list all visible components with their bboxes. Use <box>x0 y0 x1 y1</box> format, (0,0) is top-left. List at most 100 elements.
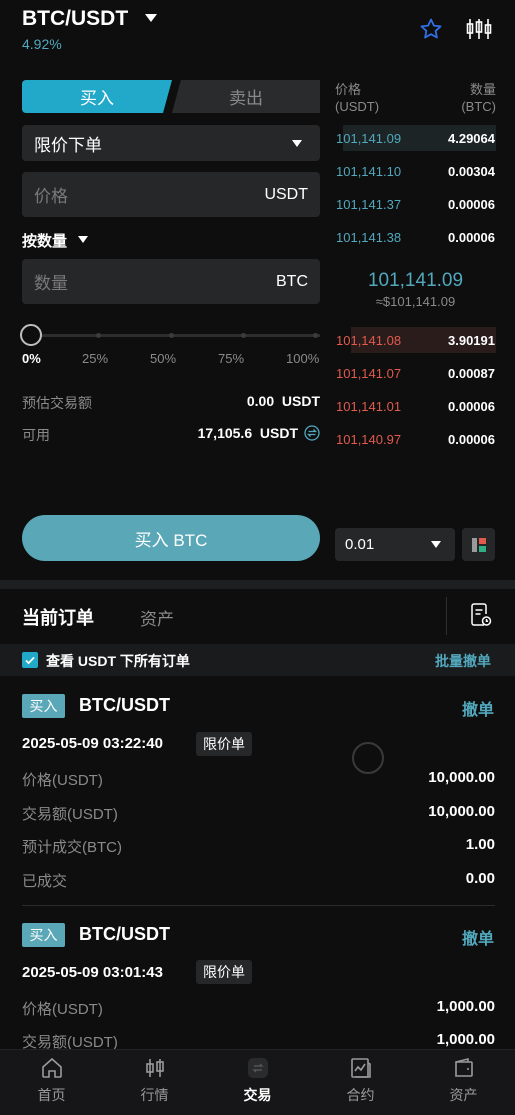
tab-sell[interactable]: 卖出 <box>172 80 320 113</box>
order-time: 2025-05-09 03:01:43 <box>22 964 163 981</box>
tab-current-orders[interactable]: 当前订单 <box>22 604 94 630</box>
order-type-badge: 限价单 <box>196 960 252 984</box>
percent-slider-thumb[interactable] <box>20 324 42 346</box>
slider-mark[interactable] <box>169 333 174 338</box>
order-type-label: 限价下单 <box>34 135 102 155</box>
orderbook-header-qty: 数量 (BTC) <box>440 81 496 115</box>
slider-mark[interactable] <box>96 333 101 338</box>
orderbook-qty: 0.00006 <box>448 431 495 447</box>
orderbook-ask-row[interactable]: 101,141.37 0.00006 <box>335 191 496 217</box>
orderbook-bid-row[interactable]: 101,141.07 0.00087 <box>335 360 496 386</box>
trade-icon <box>247 1058 268 1078</box>
section-divider <box>0 580 515 589</box>
available-label: 可用 <box>22 427 50 443</box>
orderbook-bid-row[interactable]: 101,140.97 0.00006 <box>335 426 496 452</box>
last-price-usd: ≈$101,141.09 <box>375 294 456 309</box>
orderbook-qty: 0.00006 <box>448 229 495 245</box>
orderbook-qty: 0.00087 <box>448 365 495 381</box>
slider-label-100: 100% <box>286 351 320 366</box>
orderbook-bid-row[interactable]: 101,141.08 3.90191 <box>335 327 496 353</box>
tab-assets[interactable]: 资产 <box>140 605 174 630</box>
orderbook-bid-row[interactable]: 101,141.01 0.00006 <box>335 393 496 419</box>
favorite-star-icon[interactable] <box>419 17 443 46</box>
quantity-placeholder: 数量 <box>34 274 68 293</box>
pair-title[interactable]: BTC/USDT <box>22 7 128 31</box>
nav-label: 交易 <box>243 1087 272 1103</box>
orderbook-ask-row[interactable]: 101,141.10 0.00304 <box>335 158 496 184</box>
check-icon <box>25 656 35 665</box>
depth-select[interactable]: 0.01 <box>335 528 455 561</box>
orderbook-header-price-label: 价格 <box>335 82 362 97</box>
nav-market[interactable]: 行情 <box>103 1050 206 1115</box>
order-side-badge: 买入 <box>22 923 65 947</box>
price-input[interactable]: 价格 USDT <box>22 172 320 217</box>
last-price: 101,141.09 <box>367 270 464 291</box>
cancel-order-button[interactable]: 撤单 <box>462 925 494 949</box>
nav-label: 资产 <box>449 1087 478 1103</box>
order-row-value: 10,000.00 <box>428 803 495 820</box>
market-icon <box>145 1059 164 1077</box>
orderbook-ask-row[interactable]: 101,141.09 4.29064 <box>335 125 496 151</box>
order-row-label: 预计成交(BTC) <box>22 839 122 856</box>
slider-label-75: 75% <box>218 351 245 366</box>
order-separator <box>22 905 495 906</box>
orderbook-header-price: 价格 (USDT) <box>335 81 379 115</box>
order-time: 2025-05-09 03:22:40 <box>22 735 163 752</box>
home-icon <box>41 1057 62 1078</box>
slider-label-25: 25% <box>82 351 109 366</box>
order-row-label: 价格(USDT) <box>22 1001 103 1018</box>
by-quantity-select[interactable]: 按数量 <box>22 230 67 251</box>
price-change: 4.92% <box>22 36 62 52</box>
order-row-value: 0.00 <box>465 870 495 887</box>
orderbook-price: 101,141.09 <box>336 130 402 146</box>
tabs-separator <box>446 597 447 635</box>
nav-assets[interactable]: 资产 <box>412 1050 515 1115</box>
order-row-label: 价格(USDT) <box>22 772 103 789</box>
order-row-value: 1.00 <box>465 836 495 853</box>
order-row-value: 10,000.00 <box>428 769 495 786</box>
buy-btc-button[interactable]: 买入 BTC <box>22 515 320 561</box>
transfer-icon[interactable] <box>304 425 320 446</box>
orderbook-qty: 4.29064 <box>448 130 495 146</box>
bottom-nav: 首页 行情 交易 合约 资产 <box>0 1049 515 1115</box>
layout-icon <box>471 537 486 552</box>
percent-slider-track[interactable] <box>30 334 320 337</box>
nav-label: 首页 <box>37 1087 66 1103</box>
price-unit: USDT <box>264 185 308 203</box>
order-side-badge: 买入 <box>22 694 65 718</box>
pair-dropdown-icon[interactable] <box>145 14 157 22</box>
orderbook-qty: 0.00304 <box>448 163 495 179</box>
orderbook-header-qty-unit: (BTC) <box>461 99 496 114</box>
orderbook-price: 101,141.38 <box>336 229 402 245</box>
orderbook-ask-row[interactable]: 101,141.38 0.00006 <box>335 224 496 250</box>
filter-checkbox[interactable] <box>22 652 38 668</box>
orderbook-price: 101,140.97 <box>336 431 402 447</box>
orderbook-qty: 0.00006 <box>448 196 495 212</box>
quantity-input[interactable]: 数量 BTC <box>22 259 320 304</box>
slider-label-50: 50% <box>150 351 177 366</box>
slider-mark[interactable] <box>241 333 246 338</box>
estimate-value: 0.00 USDT <box>246 393 320 409</box>
kline-chart-icon[interactable] <box>466 17 492 46</box>
filter-label[interactable]: 查看 USDT 下所有订单 <box>46 651 190 671</box>
order-history-icon[interactable] <box>470 603 492 632</box>
slider-mark[interactable] <box>313 333 318 338</box>
slider-label-0: 0% <box>22 351 41 366</box>
nav-home[interactable]: 首页 <box>0 1050 103 1115</box>
chevron-down-icon <box>431 541 441 548</box>
order-type-select[interactable]: 限价下单 <box>22 125 320 161</box>
order-row-label: 已成交 <box>22 873 68 890</box>
batch-cancel-button[interactable]: 批量撤单 <box>435 651 491 671</box>
orderbook-qty: 3.90191 <box>448 332 495 348</box>
chevron-down-icon[interactable] <box>78 236 88 243</box>
wallet-icon <box>454 1057 473 1077</box>
tab-buy[interactable]: 买入 <box>22 80 172 113</box>
cancel-order-button[interactable]: 撤单 <box>462 696 494 720</box>
nav-trade[interactable]: 交易 <box>206 1050 309 1115</box>
estimate-label: 预估交易额 <box>22 395 92 411</box>
nav-contract[interactable]: 合约 <box>309 1050 412 1115</box>
orderbook-header-qty-label: 数量 <box>469 82 496 97</box>
available-value: 17,105.6 USDT <box>197 425 298 441</box>
layout-toggle-button[interactable] <box>462 528 495 561</box>
order-type-badge: 限价单 <box>196 732 252 756</box>
